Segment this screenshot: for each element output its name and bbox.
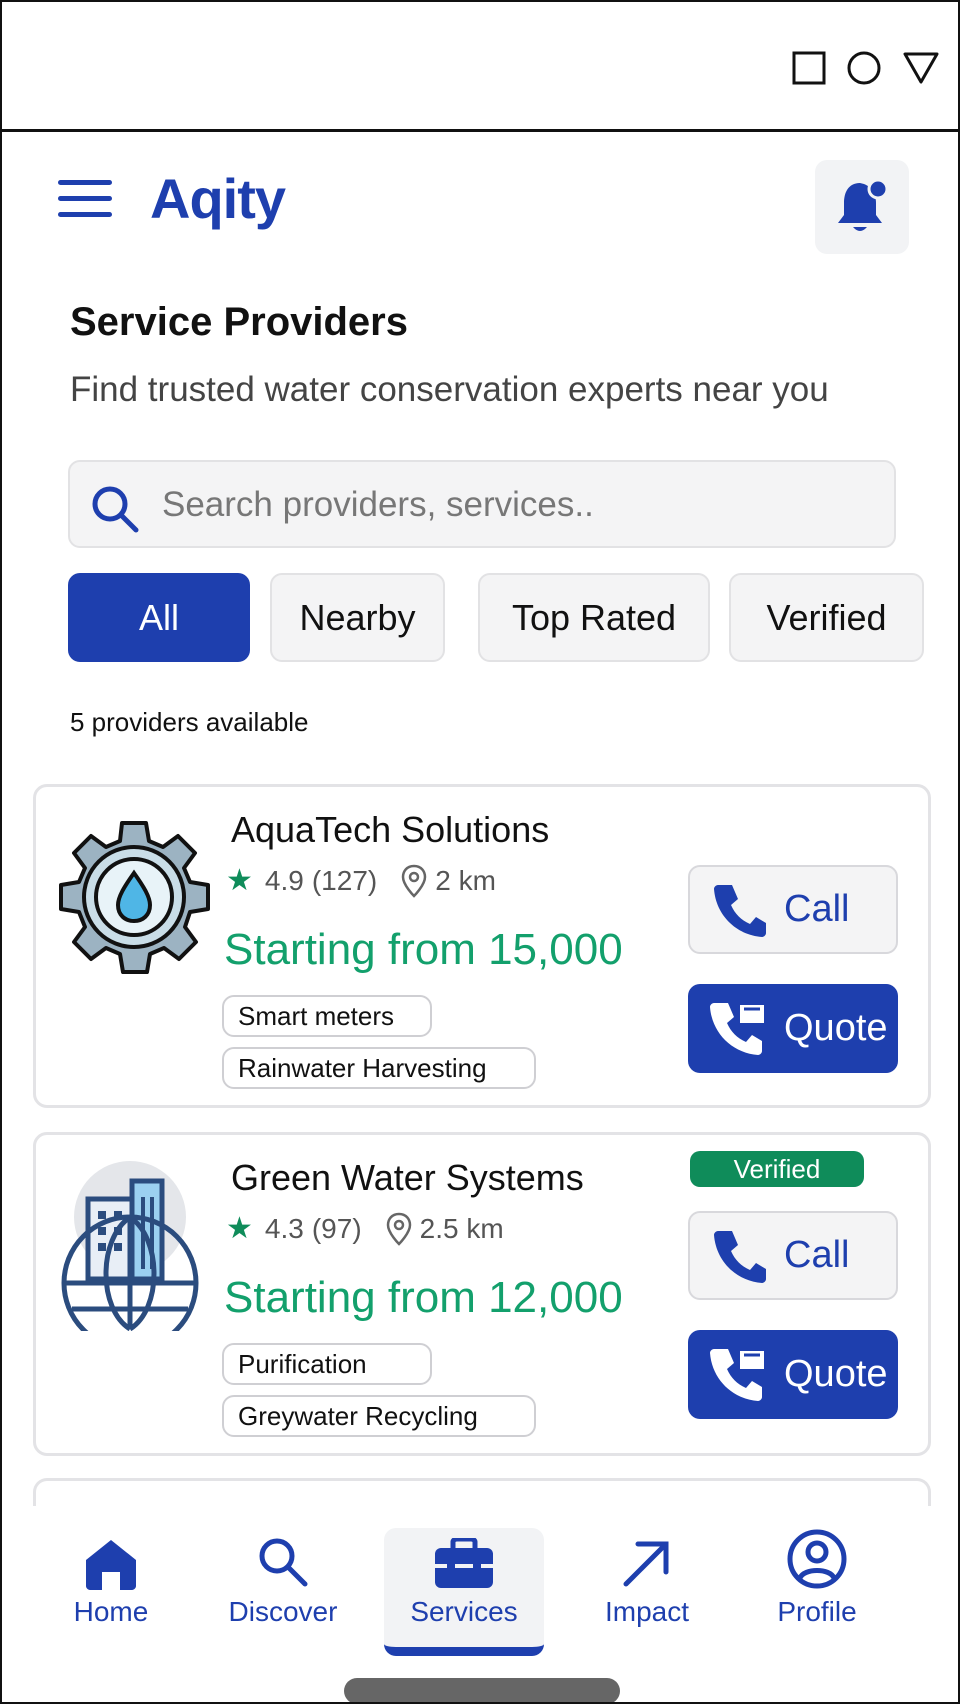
service-tag: Greywater Recycling xyxy=(222,1395,536,1437)
nav-item-profile[interactable]: Profile xyxy=(742,1528,892,1652)
user-circle-icon xyxy=(787,1529,847,1589)
quote-button[interactable]: Quote xyxy=(688,1330,898,1419)
service-tag: Purification xyxy=(222,1343,432,1385)
arrow-up-right-icon xyxy=(623,1541,669,1587)
phone-forward-icon xyxy=(710,1348,764,1401)
provider-price: Starting from 15,000 xyxy=(224,925,623,974)
provider-rating: 4.3 xyxy=(264,1212,304,1244)
page-subtitle: Find trusted water conservation experts … xyxy=(70,370,829,409)
filter-chip-verified[interactable]: Verified xyxy=(729,573,924,662)
back-triangle-icon[interactable] xyxy=(902,51,940,85)
search-icon xyxy=(259,1538,308,1587)
app-logo: Aqity xyxy=(150,167,286,230)
hamburger-icon-line xyxy=(58,196,112,201)
quote-button-label: Quote xyxy=(784,1353,888,1395)
filter-chip-all[interactable]: All xyxy=(68,573,250,662)
provider-meta: ★ 4.3 (97) 2.5 km xyxy=(226,1211,504,1246)
results-count: 5 providers available xyxy=(70,707,309,737)
service-tag: Smart meters xyxy=(222,995,432,1037)
search-bar[interactable] xyxy=(68,460,896,548)
hamburger-icon-line xyxy=(58,212,112,217)
gear-water-drop-icon xyxy=(59,821,210,974)
verified-badge: Verified xyxy=(690,1151,864,1187)
call-button[interactable]: Call xyxy=(688,865,898,954)
phone-icon xyxy=(714,884,766,937)
provider-card[interactable]: Verified Green Water Systems ★ 4.3 (97) … xyxy=(33,1132,931,1456)
quote-button[interactable]: Quote xyxy=(688,984,898,1073)
location-pin-icon xyxy=(401,864,427,898)
provider-price: Starting from 12,000 xyxy=(224,1273,623,1322)
nav-item-impact[interactable]: Impact xyxy=(572,1528,722,1652)
nav-label: Home xyxy=(73,1596,149,1627)
home-circle-icon[interactable] xyxy=(846,50,882,86)
provider-distance: 2.5 km xyxy=(419,1212,504,1244)
provider-reviews: (97) xyxy=(311,1212,362,1244)
nav-item-services[interactable]: Services xyxy=(384,1528,544,1656)
quote-button-label: Quote xyxy=(784,1007,888,1049)
provider-name: Green Water Systems xyxy=(231,1157,584,1198)
bottom-navigation: Home Discover Services Impact Profile xyxy=(2,1506,958,1702)
bell-icon xyxy=(838,178,889,231)
call-button-label: Call xyxy=(784,1234,850,1276)
recents-square-icon[interactable] xyxy=(792,51,826,85)
nav-label: Profile xyxy=(777,1596,857,1627)
search-input[interactable] xyxy=(162,476,862,534)
home-icon xyxy=(86,1540,136,1590)
toolbox-icon xyxy=(435,1538,493,1588)
nav-label: Impact xyxy=(604,1596,690,1627)
service-tag: Rainwater Harvesting xyxy=(222,1047,536,1089)
system-nav-buttons xyxy=(792,50,940,86)
nav-label: Services xyxy=(410,1596,518,1627)
phone-forward-icon xyxy=(710,1002,764,1055)
system-status-bar xyxy=(2,2,958,132)
call-button-label: Call xyxy=(784,888,850,930)
provider-reviews: (127) xyxy=(311,864,378,896)
star-icon: ★ xyxy=(226,1212,253,1245)
filter-chip-nearby[interactable]: Nearby xyxy=(270,573,445,662)
nav-label: Discover xyxy=(228,1596,338,1627)
provider-meta: ★ 4.9 (127) 2 km xyxy=(226,863,496,898)
provider-name: AquaTech Solutions xyxy=(231,809,550,850)
filter-chip-top-rated[interactable]: Top Rated xyxy=(478,573,710,662)
hamburger-icon xyxy=(58,180,112,185)
location-pin-icon xyxy=(386,1212,412,1246)
page-title: Service Providers xyxy=(70,300,408,344)
home-indicator[interactable] xyxy=(344,1678,620,1702)
city-globe-icon xyxy=(61,1161,199,1331)
notifications-button[interactable] xyxy=(815,160,909,254)
provider-rating: 4.9 xyxy=(264,864,304,896)
star-icon: ★ xyxy=(226,864,253,897)
menu-button[interactable] xyxy=(58,180,114,220)
search-icon xyxy=(92,486,139,533)
call-button[interactable]: Call xyxy=(688,1211,898,1300)
nav-item-discover[interactable]: Discover xyxy=(208,1528,358,1652)
provider-card[interactable]: AquaTech Solutions ★ 4.9 (127) 2 km Star… xyxy=(33,784,931,1108)
phone-frame: Aqity Service Providers Find trusted wat… xyxy=(0,0,960,1704)
nav-item-home[interactable]: Home xyxy=(36,1528,186,1652)
provider-distance: 2 km xyxy=(435,864,496,896)
phone-icon xyxy=(714,1230,766,1283)
